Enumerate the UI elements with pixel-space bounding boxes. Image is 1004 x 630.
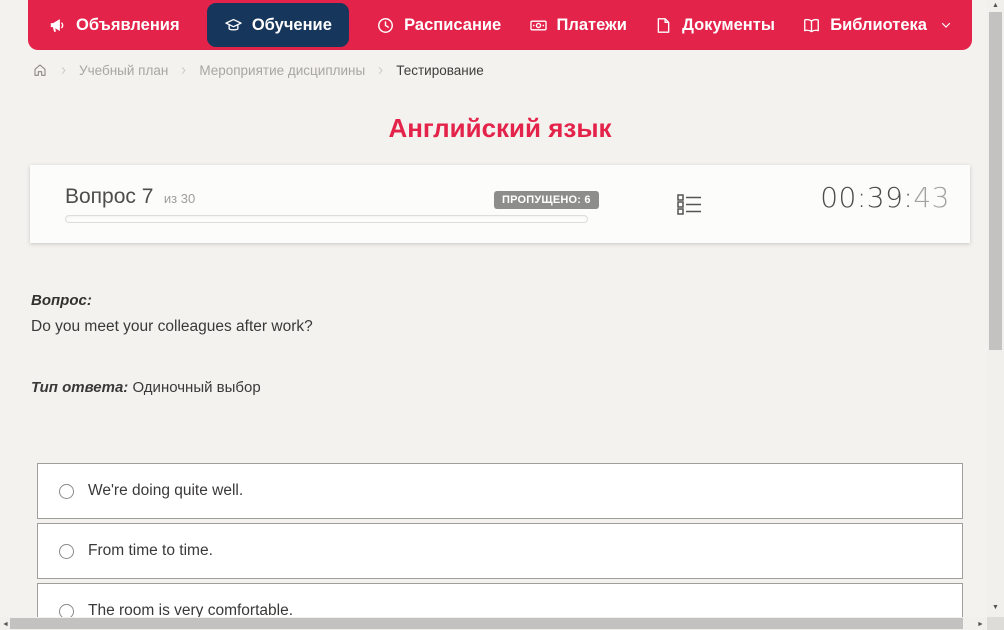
chevron-right-icon <box>375 65 386 76</box>
question-number: Вопрос 7 <box>65 185 154 208</box>
nav-item-announcements[interactable]: Объявления <box>48 16 180 35</box>
horizontal-scrollbar-thumb[interactable] <box>10 618 963 629</box>
question-text: Do you meet your colleagues after work? <box>31 318 313 335</box>
answer-option[interactable]: We're doing quite well. <box>37 463 963 519</box>
nav-item-payments[interactable]: Платежи <box>529 16 627 35</box>
question-body: Вопрос: Do you meet your colleagues afte… <box>31 292 931 396</box>
timer: 00:39:43 <box>820 181 950 214</box>
answer-type-row: Тип ответа: Одиночный выбор <box>31 379 261 396</box>
vertical-scrollbar[interactable]: ▲ ▼ <box>987 0 1004 617</box>
nav-item-label: Расписание <box>404 15 502 34</box>
clock-icon <box>376 16 395 35</box>
book-icon <box>802 16 821 35</box>
nav-item-training[interactable]: Обучение <box>206 3 349 47</box>
scroll-left-arrow-icon[interactable]: ◄ <box>1 620 10 630</box>
nav-item-label: Платежи <box>556 15 627 34</box>
question-list-button[interactable] <box>675 190 703 218</box>
nav-item-schedule[interactable]: Расписание <box>376 16 501 35</box>
home-icon[interactable] <box>32 62 48 78</box>
scrollbar-corner <box>987 617 1004 630</box>
document-icon <box>654 16 673 35</box>
answer-type-label: Тип ответа: <box>31 379 129 396</box>
graduation-cap-icon <box>224 16 243 35</box>
page-title: Английский язык <box>388 113 612 143</box>
breadcrumb-discipline-event[interactable]: Мероприятие дисциплины <box>199 63 365 78</box>
answer-type-value: Одиночный выбор <box>132 379 261 396</box>
list-icon <box>675 190 703 218</box>
question-total: из 30 <box>163 191 196 206</box>
question-label: Вопрос: <box>31 292 92 309</box>
horizontal-scrollbar[interactable]: ◄ ► <box>0 617 987 630</box>
radio-button[interactable] <box>59 543 74 559</box>
answer-options: We're doing quite well. From time to tim… <box>37 463 963 630</box>
breadcrumb-curriculum[interactable]: Учебный план <box>79 63 168 78</box>
nav-item-documents[interactable]: Документы <box>654 16 775 35</box>
scroll-right-arrow-icon[interactable]: ► <box>975 620 986 630</box>
nav-item-label: Обучение <box>251 15 332 34</box>
chevron-right-icon <box>58 65 69 76</box>
timer-hours-minutes: 00:39: <box>820 181 914 214</box>
banknote-icon <box>529 16 548 35</box>
scroll-up-arrow-icon[interactable]: ▲ <box>987 1 1004 11</box>
nav-item-label: Документы <box>682 15 775 34</box>
question-counter: Вопрос 7 из 30 <box>65 185 195 209</box>
megaphone-icon <box>48 16 67 35</box>
nav-item-label: Библиотека <box>830 15 927 34</box>
radio-button[interactable] <box>59 483 74 499</box>
page: Объявления Обучение Расписание Платежи Д… <box>0 0 1004 630</box>
nav-item-library[interactable]: Библиотека <box>802 16 952 35</box>
scroll-down-arrow-icon[interactable]: ▼ <box>987 603 1004 613</box>
question-progress-bar <box>65 215 588 223</box>
answer-option[interactable]: From time to time. <box>37 523 963 579</box>
answer-option-label: From time to time. <box>88 542 213 559</box>
question-status-card: Вопрос 7 из 30 ПРОПУЩЕНО: 6 00:39:43 <box>30 165 970 243</box>
breadcrumb: Учебный план Мероприятие дисциплины Тест… <box>32 62 484 78</box>
breadcrumb-testing: Тестирование <box>396 62 484 78</box>
timer-seconds: 43 <box>913 181 950 214</box>
skipped-badge: ПРОПУЩЕНО: 6 <box>494 191 599 209</box>
chevron-right-icon <box>178 65 189 76</box>
answer-option-label: We're doing quite well. <box>88 482 244 499</box>
chevron-down-icon <box>940 19 952 31</box>
nav-item-label: Объявления <box>76 15 180 34</box>
top-navigation: Объявления Обучение Расписание Платежи Д… <box>28 0 972 50</box>
vertical-scrollbar-thumb[interactable] <box>989 12 1002 350</box>
